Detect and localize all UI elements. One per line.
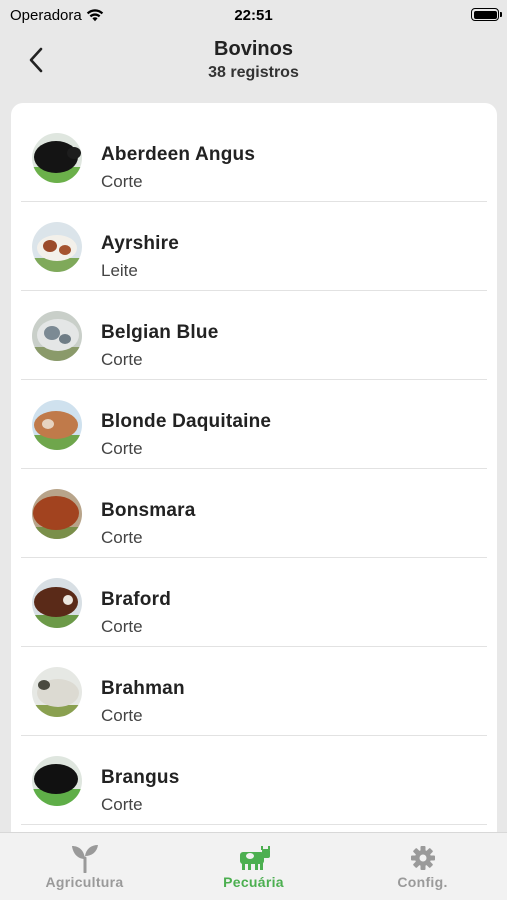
breed-name: Bonsmara bbox=[101, 500, 196, 521]
page-title: Bovinos bbox=[214, 38, 293, 60]
breed-photo bbox=[32, 311, 82, 361]
wifi-icon bbox=[86, 9, 103, 22]
list-item-belgian-blue[interactable]: Belgian Blue Corte bbox=[11, 291, 497, 380]
list-item-brahman[interactable]: Brahman Corte bbox=[11, 647, 497, 736]
breed-name: Braford bbox=[101, 589, 172, 610]
breed-photo bbox=[32, 133, 82, 183]
list-item-bonsmara[interactable]: Bonsmara Corte bbox=[11, 469, 497, 558]
breed-list: Aberdeen Angus Corte Ayrshire Leite Belg… bbox=[11, 103, 497, 843]
breed-name: Blonde Daquitaine bbox=[101, 411, 272, 432]
tab-label: Pecuária bbox=[223, 874, 284, 890]
breed-photo bbox=[32, 578, 82, 628]
breed-name: Aberdeen Angus bbox=[101, 144, 256, 165]
divider bbox=[21, 824, 487, 825]
record-count: 38 registros bbox=[208, 64, 299, 81]
list-item-ayrshire[interactable]: Ayrshire Leite bbox=[11, 202, 497, 291]
breed-type: Corte bbox=[101, 706, 143, 725]
breed-photo bbox=[32, 400, 82, 450]
breed-type: Corte bbox=[101, 350, 143, 369]
battery-icon bbox=[471, 8, 502, 21]
breed-type: Corte bbox=[101, 528, 143, 547]
breed-type: Corte bbox=[101, 439, 143, 458]
breed-name: Brahman bbox=[101, 678, 185, 699]
breed-type: Corte bbox=[101, 617, 143, 636]
tab-config[interactable]: Config. bbox=[338, 833, 507, 900]
breed-name: Ayrshire bbox=[101, 233, 179, 254]
breed-type: Corte bbox=[101, 795, 143, 814]
breed-photo bbox=[32, 667, 82, 717]
tab-label: Agricultura bbox=[45, 874, 124, 890]
list-item-blonde-daquitaine[interactable]: Blonde Daquitaine Corte bbox=[11, 380, 497, 469]
breed-photo bbox=[32, 489, 82, 539]
breed-photo bbox=[32, 756, 82, 806]
gear-icon bbox=[410, 846, 435, 870]
tab-pecuaria[interactable]: Pecuária bbox=[169, 833, 338, 900]
tab-agricultura[interactable]: Agricultura bbox=[0, 833, 169, 900]
status-bar: Operadora 22:51 bbox=[0, 0, 507, 30]
list-item-brangus[interactable]: Brangus Corte bbox=[11, 736, 497, 825]
breed-name: Brangus bbox=[101, 767, 180, 788]
list-item-aberdeen-angus[interactable]: Aberdeen Angus Corte bbox=[11, 113, 497, 202]
breed-type: Corte bbox=[101, 172, 143, 191]
list-item-braford[interactable]: Braford Corte bbox=[11, 558, 497, 647]
cow-icon bbox=[239, 846, 270, 870]
tab-bar: Agricultura Pecuária Config. bbox=[0, 832, 507, 900]
breed-photo bbox=[32, 222, 82, 272]
breed-type: Leite bbox=[101, 261, 138, 280]
status-carrier-group: Operadora bbox=[10, 7, 104, 24]
carrier-label: Operadora bbox=[10, 6, 82, 24]
tab-label: Config. bbox=[397, 874, 448, 890]
plant-sprout-icon bbox=[71, 845, 98, 873]
navigation-bar: Bovinos 38 registros bbox=[0, 30, 507, 100]
breed-name: Belgian Blue bbox=[101, 322, 219, 343]
